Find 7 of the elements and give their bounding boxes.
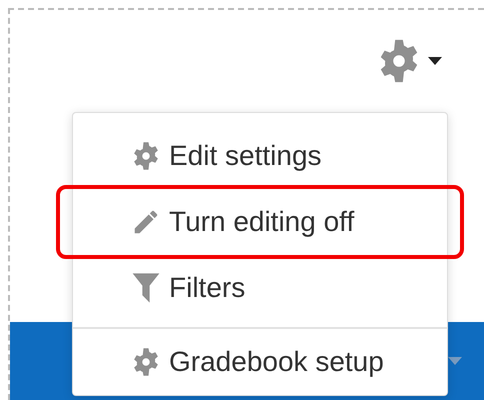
caret-icon [428, 57, 442, 65]
filter-icon [131, 271, 161, 305]
menu-item[interactable]: Edit settings [73, 123, 447, 189]
menu-item[interactable]: Gradebook setup [73, 329, 447, 395]
menu-item[interactable]: Filters [73, 255, 447, 321]
caret-icon [448, 357, 462, 365]
menu-item[interactable]: Turn editing off [73, 189, 447, 255]
